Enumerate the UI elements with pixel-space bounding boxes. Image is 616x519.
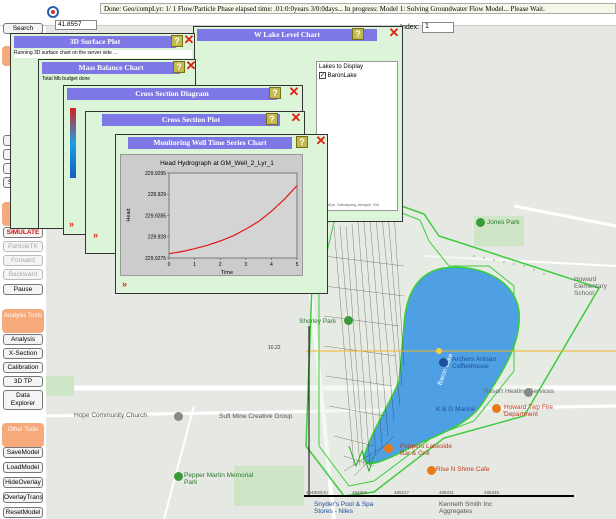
hydrograph-svg: Head Hydrograph at GM_Well_2_Lyr_1 Head … [126,160,299,276]
bar-pin-icon[interactable] [384,444,393,453]
church-pin-icon[interactable] [174,412,183,421]
map-row-label: 10.22 [268,345,281,351]
particletk-button[interactable]: ParticleTK [3,241,43,252]
x-tick-label: 1 [193,262,196,268]
x-tick-label: 2 [219,262,222,268]
help-icon[interactable]: ? [171,35,183,47]
help-icon[interactable]: ? [352,28,364,40]
analysis-tools-group: Analysis Tools [2,309,44,333]
x-tick-label: 4 [270,262,273,268]
y-axis-label: Head [126,208,132,221]
savemodel-button[interactable]: SaveModel [3,447,43,458]
resetmodel-button[interactable]: ResetModel [3,507,43,518]
help-icon[interactable]: ? [173,61,185,73]
cross-diagram-title[interactable]: Cross Section Diagram [67,88,277,100]
axis-tick-4: 485345 [484,490,500,495]
map-label-peppers: Peppers Lakeside Bar & Grill [400,443,453,457]
overlaytransp-button[interactable]: OverlayTransp [3,492,43,503]
close-icon[interactable]: ✕ [290,111,302,125]
x-tick-label: 0 [168,262,171,268]
monitoring-well-window[interactable]: Monitoring Well Time Series Chart ? ✕ He… [115,134,328,294]
search-input[interactable]: 41.8557 [55,20,97,30]
service-pin-icon[interactable] [524,388,533,397]
map-label-suft-mine: Suft Mine Creative Group [219,413,293,420]
lake-checkbox-row[interactable]: ✓ BaronLake [317,72,397,79]
expand-arrows-icon[interactable]: » [122,279,127,289]
cross-colorbar [70,108,76,178]
close-icon[interactable]: ✕ [288,85,300,99]
data-explorer-button[interactable]: Data Explorer [3,390,43,410]
index-input[interactable]: 1 [422,22,454,33]
map-label-pepper-martin: Pepper Martin Memorial Park [184,472,254,486]
map-label-snyders: Snyder's Pool & Spa Stores - Niles [314,501,374,515]
monitoring-window-title[interactable]: Monitoring Well Time Series Chart [128,137,292,149]
mass-window-title[interactable]: Mass Balance Chart [42,62,180,74]
x-section-button[interactable]: X-Section [3,348,43,359]
map-label-resort: Resort Heating Services [484,388,555,395]
y-tick-label: 229.9285 [145,213,166,219]
status-bar: Done: Geo/compLyr: 1/ 1 Flow/Particle Ph… [100,3,616,14]
map-label-fire-dept: Howard Twp Fire Department [504,404,554,418]
close-icon[interactable]: ✕ [183,33,195,47]
backward-button[interactable]: Backward [3,269,43,280]
y-tick-label: 229.9275 [145,256,166,262]
map-label-archers: Archers Artisan Coffeehouse [452,356,497,370]
map-label-jones-park: Jones Park [487,219,520,226]
other-tools-group: Other Tools [2,423,44,447]
expand-arrows-icon[interactable]: » [69,219,74,229]
help-icon[interactable]: ? [269,87,281,99]
lake-name: BaronLake [327,73,357,79]
hideoverlay-button[interactable]: HideOverlay [3,477,43,488]
shorley-pin-icon[interactable] [344,316,353,325]
mass-note: Total Mb budget done [42,76,91,82]
cross-plot-title[interactable]: Cross Section Plot [102,114,280,126]
lakes-label: Lakes to Display [319,64,364,70]
axis-tick-3: 485031 [439,490,455,495]
expand-arrows-icon[interactable]: » [93,230,98,240]
x-tick-label: 3 [244,262,247,268]
y-tick-label: 229.928 [148,235,166,241]
cafe-pin-icon[interactable] [427,466,436,475]
surface-window-title[interactable]: 3D Surface Plot [14,36,176,48]
axis-tick-2: 485217 [394,490,410,495]
axis-tick-1: 484902 [352,490,368,495]
close-icon[interactable]: ✕ [388,26,400,40]
map-label-kg-marine: K & G Marine [436,406,476,413]
close-icon[interactable]: ✕ [185,59,197,73]
map-label-hope-church: Hope Community Church [74,412,147,419]
surface-note: Running 3D surface chart on the server s… [14,50,192,58]
app-logo-icon [47,6,59,18]
help-icon[interactable]: ? [296,136,308,148]
memorial-pin-icon[interactable] [174,472,183,481]
forward-button[interactable]: Forward [3,255,43,266]
map-label-kenneth: Kenneth Smith Inc Aggregates [439,501,493,515]
coffee-pin-icon[interactable] [439,358,448,367]
map-label-rise-shine: Rise N Shine Cafe [436,466,490,473]
lake-window-title[interactable]: W Lake Level Chart [197,29,377,41]
park-pin-icon[interactable] [476,218,485,227]
calibration-button[interactable]: Calibration [3,362,43,373]
help-icon[interactable]: ? [266,113,278,125]
y-tick-label: 229.929 [148,192,166,198]
3d-tp-button[interactable]: 3D TP [3,376,43,387]
x-tick-label: 5 [296,262,299,268]
loadmodel-button[interactable]: LoadModel [3,462,43,473]
pause-button[interactable]: Pause [3,284,43,295]
checkbox-icon[interactable]: ✓ [319,72,326,79]
lakes-panel: Lakes to Display ✓ BaronLake [316,61,398,211]
map-label-shorley-park: Shorley Park [299,318,337,325]
fire-pin-icon[interactable] [492,404,501,413]
hydrograph-chart: Head Hydrograph at GM_Well_2_Lyr_1 Head … [120,154,303,276]
map-label-howard-school: Howard Elementary School [574,276,607,297]
chart-title: Head Hydrograph at GM_Well_2_Lyr_1 [160,160,274,167]
plot-area [168,172,298,259]
analysis-button[interactable]: Analysis [3,334,43,345]
close-icon[interactable]: ✕ [315,134,327,148]
y-tick-label: 229.9295 [145,171,166,177]
axis-tick-0: 484800(m) [306,490,328,495]
x-axis-label: Time [221,270,233,276]
